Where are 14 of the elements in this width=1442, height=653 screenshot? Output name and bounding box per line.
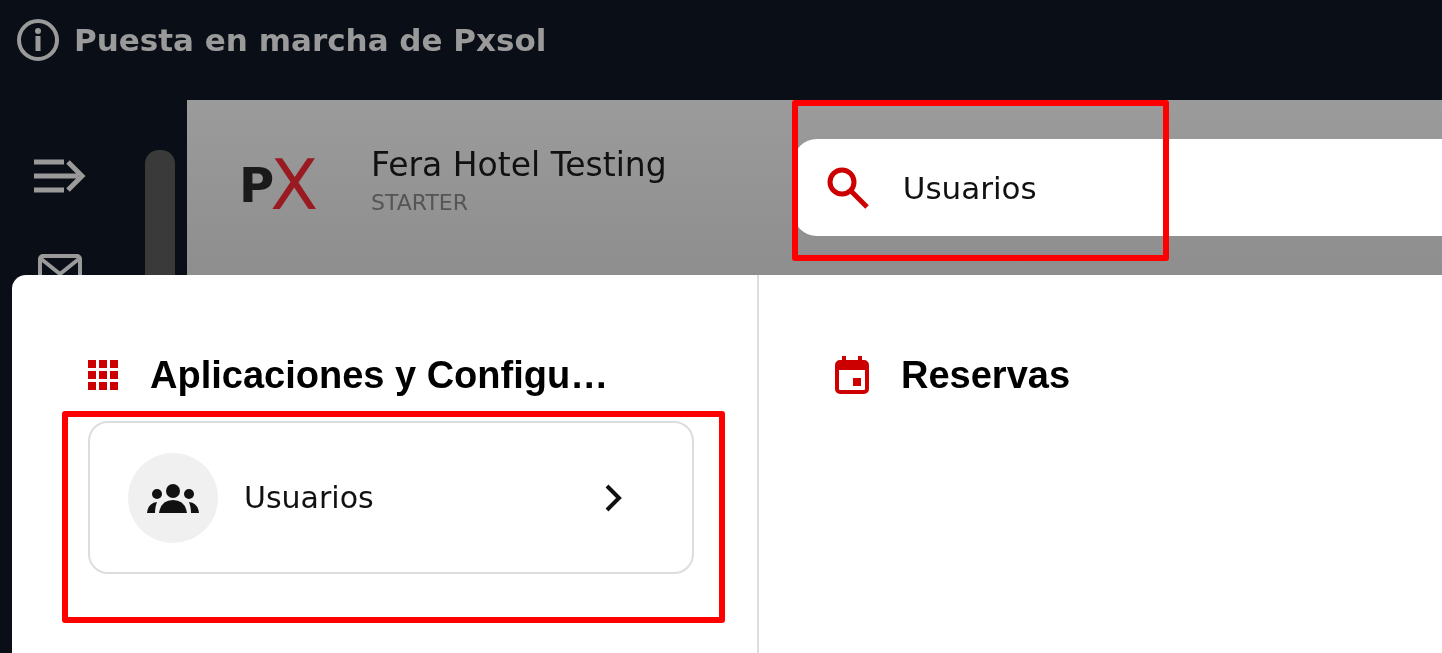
- hotel-name: Fera Hotel Testing: [371, 144, 667, 186]
- page-title: Puesta en marcha de Pxsol: [74, 21, 547, 60]
- info-icon: [16, 18, 60, 62]
- calendar-icon: [835, 356, 869, 394]
- result-label: Usuarios: [244, 480, 375, 515]
- menu-icon[interactable]: [34, 158, 86, 194]
- section-title: Aplicaciones y Configu…: [150, 353, 609, 397]
- chevron-right-icon: [604, 482, 622, 513]
- section-title: Reservas: [901, 353, 1071, 397]
- logo: PX: [239, 143, 320, 228]
- result-card[interactable]: Usuarios: [88, 421, 694, 574]
- grid-icon: [88, 360, 118, 390]
- scrollbar-thumb[interactable]: [145, 150, 175, 275]
- plan-label: STARTER: [371, 190, 470, 216]
